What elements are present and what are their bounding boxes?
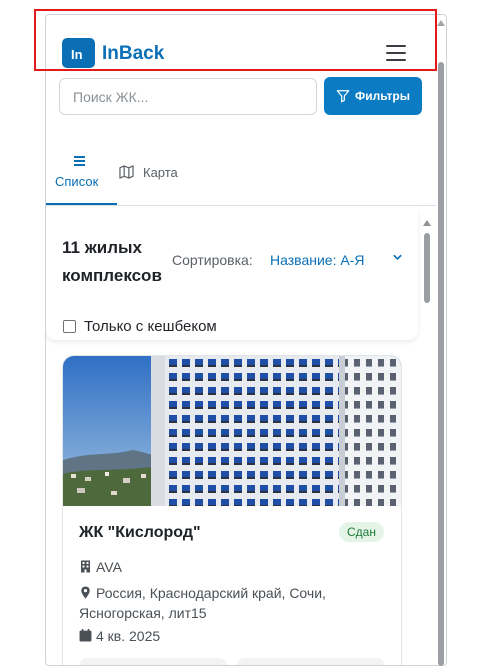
view-tabs: Список Карта (46, 153, 436, 206)
complex-photo (63, 356, 401, 506)
page-scrollbar-thumb[interactable] (438, 62, 444, 666)
address-text: Россия, Краснодарский край, Сочи, Ясного… (79, 585, 326, 621)
developer-row: AVA (79, 557, 122, 577)
list-icon (74, 156, 85, 168)
search-input[interactable] (59, 78, 317, 115)
cashback-filter[interactable]: Только с кешбеком (63, 318, 217, 335)
sort-select[interactable]: Название: А-Я (270, 252, 364, 268)
page-scroll-up-arrow-icon[interactable] (437, 20, 445, 26)
tab-list-label: Список (55, 174, 99, 189)
hamburger-menu-icon[interactable] (386, 45, 406, 61)
scroll-up-arrow-icon[interactable] (423, 220, 431, 226)
list-scrollbar[interactable] (422, 216, 432, 665)
tab-map[interactable]: Карта (119, 153, 199, 205)
logo-mark-text: In (71, 47, 83, 62)
filters-button[interactable]: Фильтры (324, 77, 422, 115)
status-badge: Сдан (339, 522, 384, 542)
list-scrollbar-thumb[interactable] (424, 233, 430, 303)
filter-funnel-icon (336, 90, 350, 103)
card-actions (79, 658, 389, 665)
complex-title[interactable]: ЖК "Кислород" (79, 524, 201, 542)
building-icon (81, 560, 90, 573)
building-photo (63, 356, 401, 506)
sort-label: Сортировка: (172, 252, 253, 268)
location-pin-icon (81, 586, 90, 599)
chevron-down-icon[interactable] (392, 252, 403, 263)
cashback-checkbox[interactable] (63, 320, 76, 333)
results-count-line1: 11 жилых (62, 238, 142, 257)
tab-list[interactable]: Список (46, 153, 117, 205)
tab-map-label: Карта (143, 165, 178, 180)
results-panel: 11 жилых комплексов Сортировка: Название… (46, 208, 418, 340)
developer-name: AVA (96, 559, 122, 575)
results-count-line2: комплексов (62, 266, 162, 285)
deadline-text: 4 кв. 2025 (96, 628, 161, 644)
complex-card[interactable]: ЖК "Кислород" Сдан AVA Россия, Краснодар… (62, 355, 402, 665)
filters-button-label: Фильтры (354, 89, 411, 103)
mobile-viewport: In InBack Фильтры Список Карта 11 жилых … (45, 14, 447, 666)
map-icon (119, 165, 134, 179)
app-header: In InBack (46, 15, 436, 77)
page-scrollbar[interactable] (437, 16, 445, 666)
address-row: Россия, Краснодарский край, Сочи, Ясного… (79, 583, 379, 623)
results-count: 11 жилых комплексов (62, 234, 182, 290)
deadline-row: 4 кв. 2025 (79, 626, 160, 646)
card-action-right[interactable] (237, 658, 385, 665)
logo-text[interactable]: InBack (102, 43, 164, 65)
cashback-label: Только с кешбеком (84, 318, 217, 335)
logo-mark[interactable]: In (62, 38, 95, 68)
calendar-icon (79, 629, 92, 642)
card-action-left[interactable] (79, 658, 227, 665)
